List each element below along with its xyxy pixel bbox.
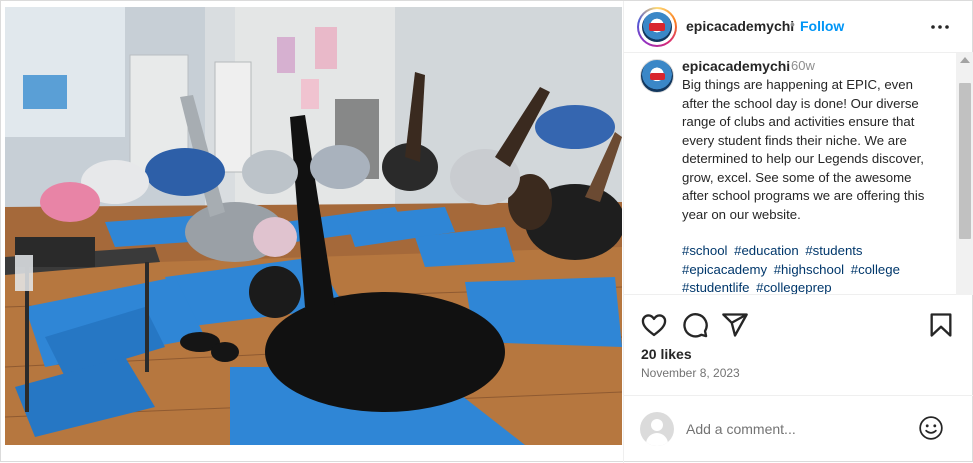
caption-scrollbar[interactable]	[956, 53, 973, 295]
post-date[interactable]: November 8, 2023	[641, 366, 740, 380]
hashtag-list: #school #education #students #epicacadem…	[682, 242, 940, 294]
caption-section: epicacademychi 60w Big things are happen…	[624, 53, 973, 295]
hashtag-link[interactable]: #college	[851, 262, 900, 277]
like-count[interactable]: 20 likes	[641, 346, 692, 362]
header-username-link[interactable]: epicacademychi	[686, 18, 794, 34]
logo-badge	[649, 23, 665, 31]
share-icon[interactable]	[721, 311, 749, 339]
separator-dot: •	[790, 16, 795, 32]
scroll-up-arrow-icon[interactable]	[960, 57, 970, 63]
hashtag-link[interactable]: #epicacademy	[682, 262, 767, 277]
hashtag-link[interactable]: #students	[805, 243, 862, 258]
scrollbar-thumb[interactable]	[959, 83, 971, 239]
more-horizontal-icon[interactable]	[928, 15, 952, 39]
logo-badge	[650, 73, 665, 80]
action-bar	[624, 305, 973, 345]
heart-icon[interactable]	[640, 311, 668, 339]
avatar	[642, 12, 672, 42]
follow-button[interactable]: Follow	[800, 18, 844, 34]
hashtag-link[interactable]: #studentlife	[682, 280, 749, 294]
bookmark-icon[interactable]	[927, 311, 955, 339]
hashtag-link[interactable]: #education	[734, 243, 799, 258]
post-header: epicacademychi • Follow	[624, 1, 973, 53]
caption-timestamp[interactable]: 60w	[791, 58, 815, 73]
comment-input[interactable]	[686, 418, 906, 440]
caption-avatar[interactable]	[640, 59, 674, 93]
caption-text: Big things are happening at EPIC, even a…	[682, 77, 925, 222]
comment-icon[interactable]	[681, 311, 709, 339]
hashtag-link[interactable]: #collegeprep	[756, 280, 832, 294]
story-ring[interactable]	[637, 7, 677, 47]
hashtag-link[interactable]: #school	[682, 243, 727, 258]
post-sidebar: epicacademychi • Follow epicacademychi 6…	[623, 1, 973, 463]
yoga-class-photo	[5, 7, 622, 445]
hashtag-link[interactable]: #highschool	[774, 262, 844, 277]
viewer-avatar	[640, 412, 674, 446]
post-modal: epicacademychi • Follow epicacademychi 6…	[0, 0, 973, 463]
emoji-icon[interactable]	[918, 415, 944, 441]
comment-bar	[624, 395, 973, 463]
post-photo[interactable]	[5, 7, 622, 445]
caption-username-link[interactable]: epicacademychi	[682, 58, 790, 74]
